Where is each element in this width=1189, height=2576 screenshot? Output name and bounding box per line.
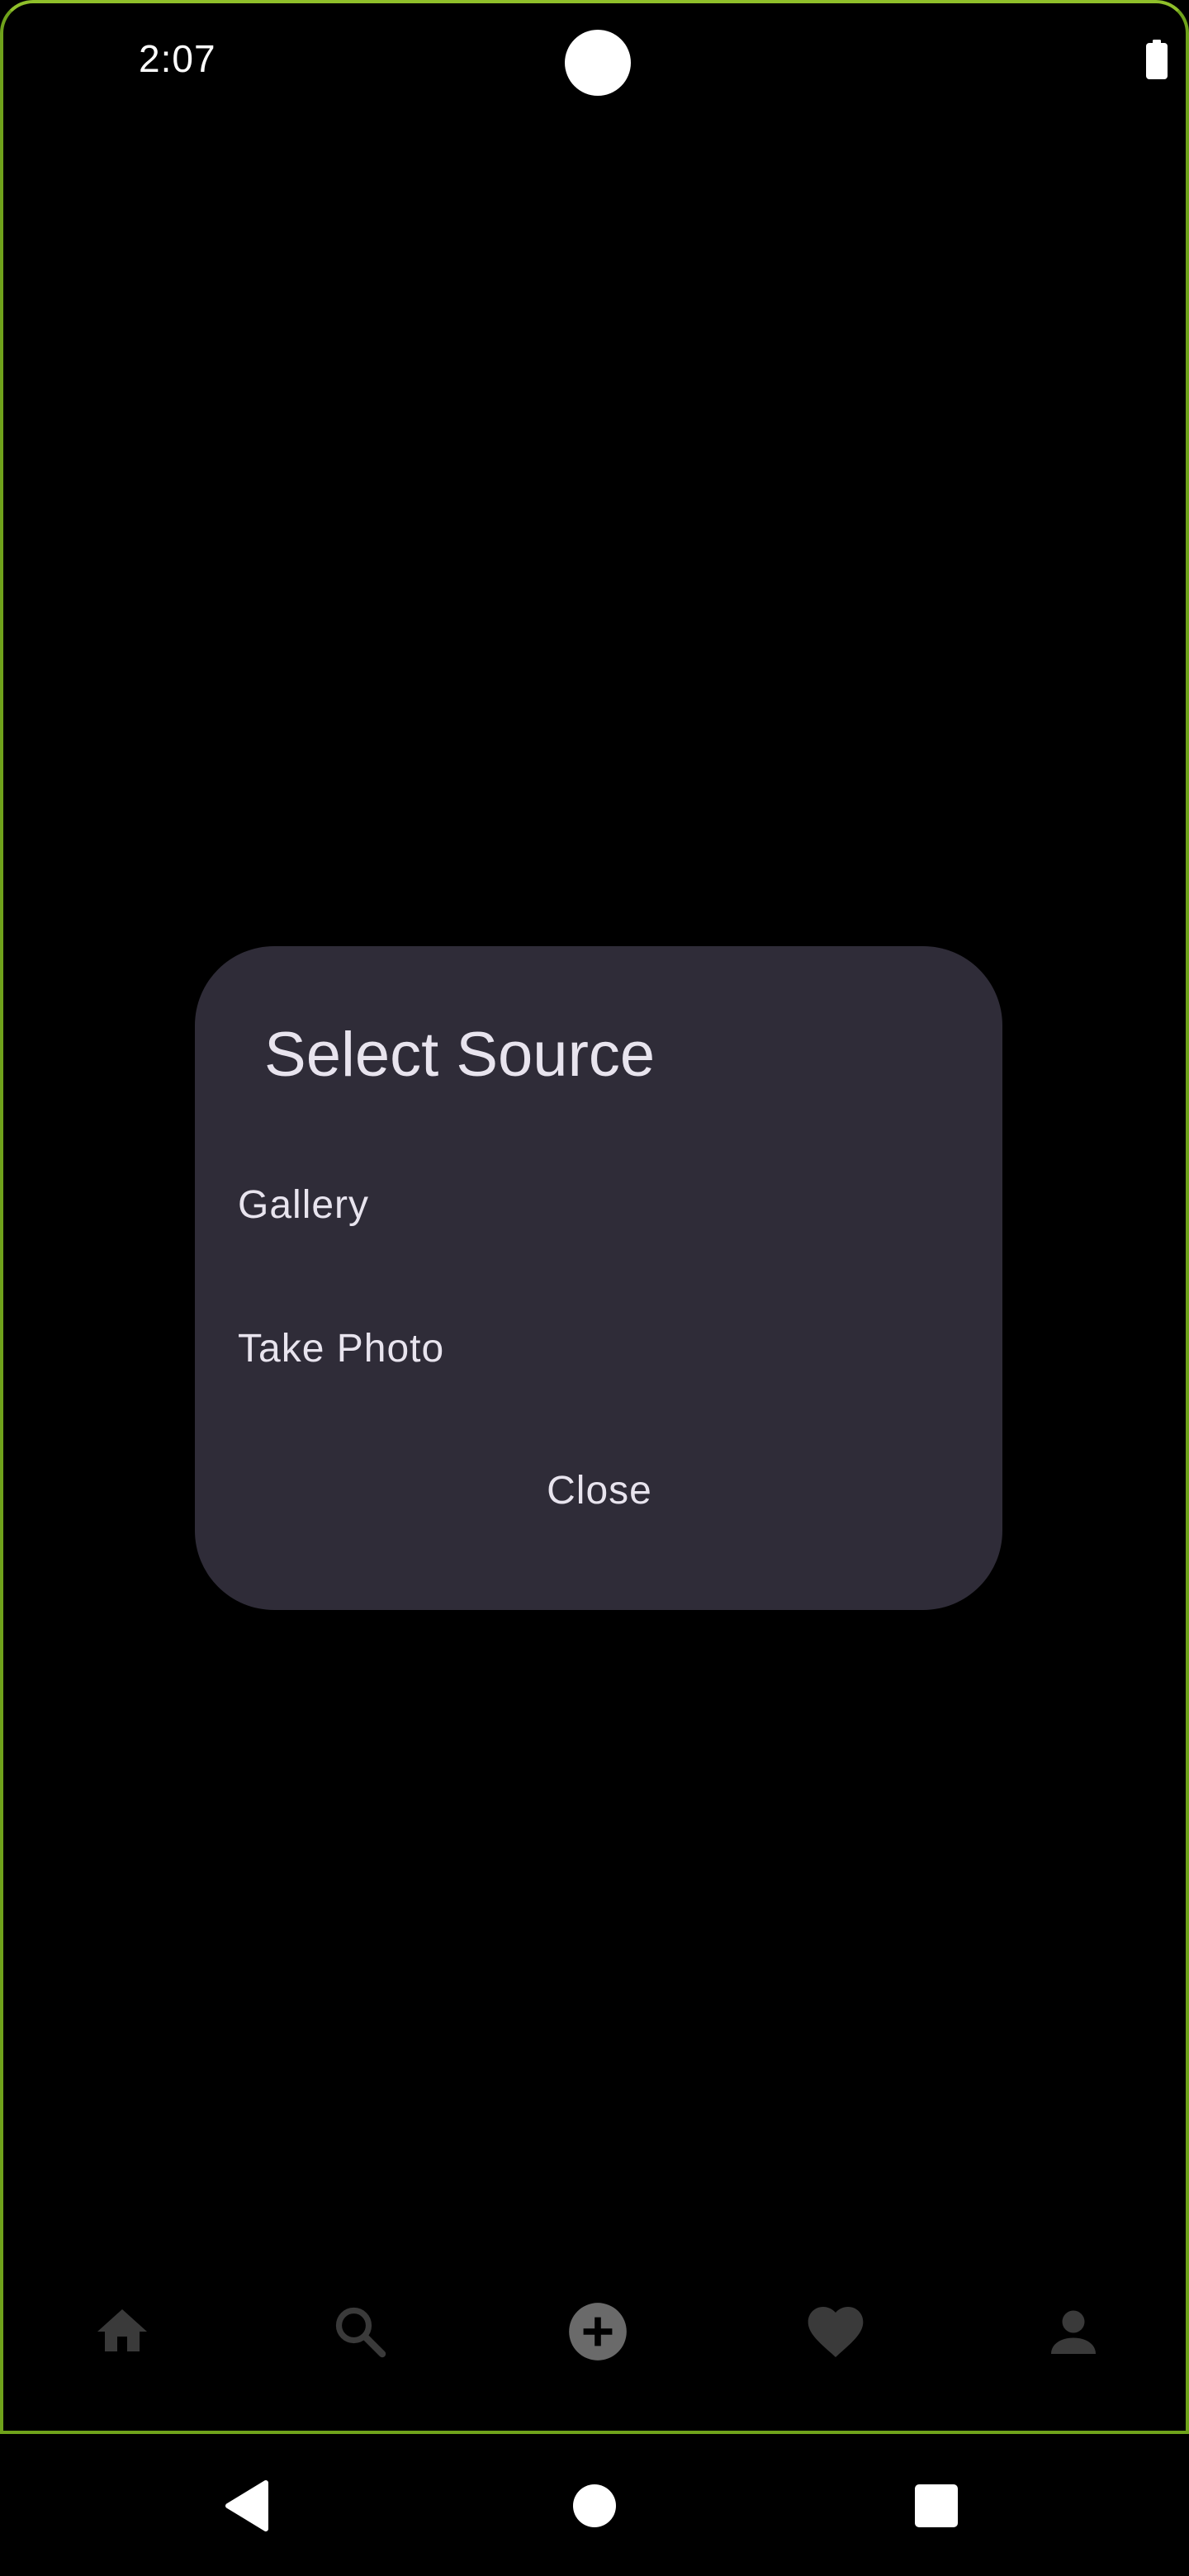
nav-favorites[interactable] bbox=[753, 2266, 918, 2398]
battery-icon bbox=[1146, 40, 1168, 79]
recents-icon bbox=[915, 2484, 958, 2527]
take-photo-option-label: Take Photo bbox=[238, 1327, 445, 1371]
back-icon bbox=[225, 2480, 268, 2531]
dialog-title: Select Source bbox=[264, 1020, 656, 1090]
device-frame: 2:07 Select Source Gallery Take Photo Cl… bbox=[0, 0, 1189, 2434]
home-circle-icon bbox=[573, 2484, 616, 2527]
camera-cutout-icon bbox=[565, 30, 631, 96]
status-time: 2:07 bbox=[139, 37, 216, 80]
person-icon bbox=[1051, 2310, 1096, 2354]
system-home-button[interactable] bbox=[528, 2436, 661, 2576]
gallery-option-label: Gallery bbox=[238, 1183, 370, 1227]
heart-icon bbox=[808, 2307, 864, 2357]
home-icon bbox=[97, 2309, 147, 2351]
system-navigation-bar bbox=[0, 2436, 1189, 2576]
gallery-option[interactable]: Gallery bbox=[195, 1138, 1002, 1278]
select-source-dialog: Select Source Gallery Take Photo Close bbox=[195, 946, 1002, 1610]
nav-profile[interactable] bbox=[991, 2266, 1156, 2398]
take-photo-option[interactable]: Take Photo bbox=[195, 1281, 1002, 1422]
close-button[interactable]: Close bbox=[509, 1450, 690, 1532]
system-back-button[interactable] bbox=[182, 2436, 314, 2576]
search-icon bbox=[335, 2307, 386, 2358]
nav-home[interactable] bbox=[40, 2266, 205, 2398]
system-recents-button[interactable] bbox=[870, 2436, 1002, 2576]
nav-search[interactable] bbox=[277, 2266, 443, 2398]
bottom-navigation bbox=[3, 2266, 1189, 2398]
status-bar: 2:07 bbox=[3, 3, 1189, 119]
nav-add[interactable] bbox=[515, 2266, 680, 2398]
add-circle-icon bbox=[569, 2303, 627, 2361]
